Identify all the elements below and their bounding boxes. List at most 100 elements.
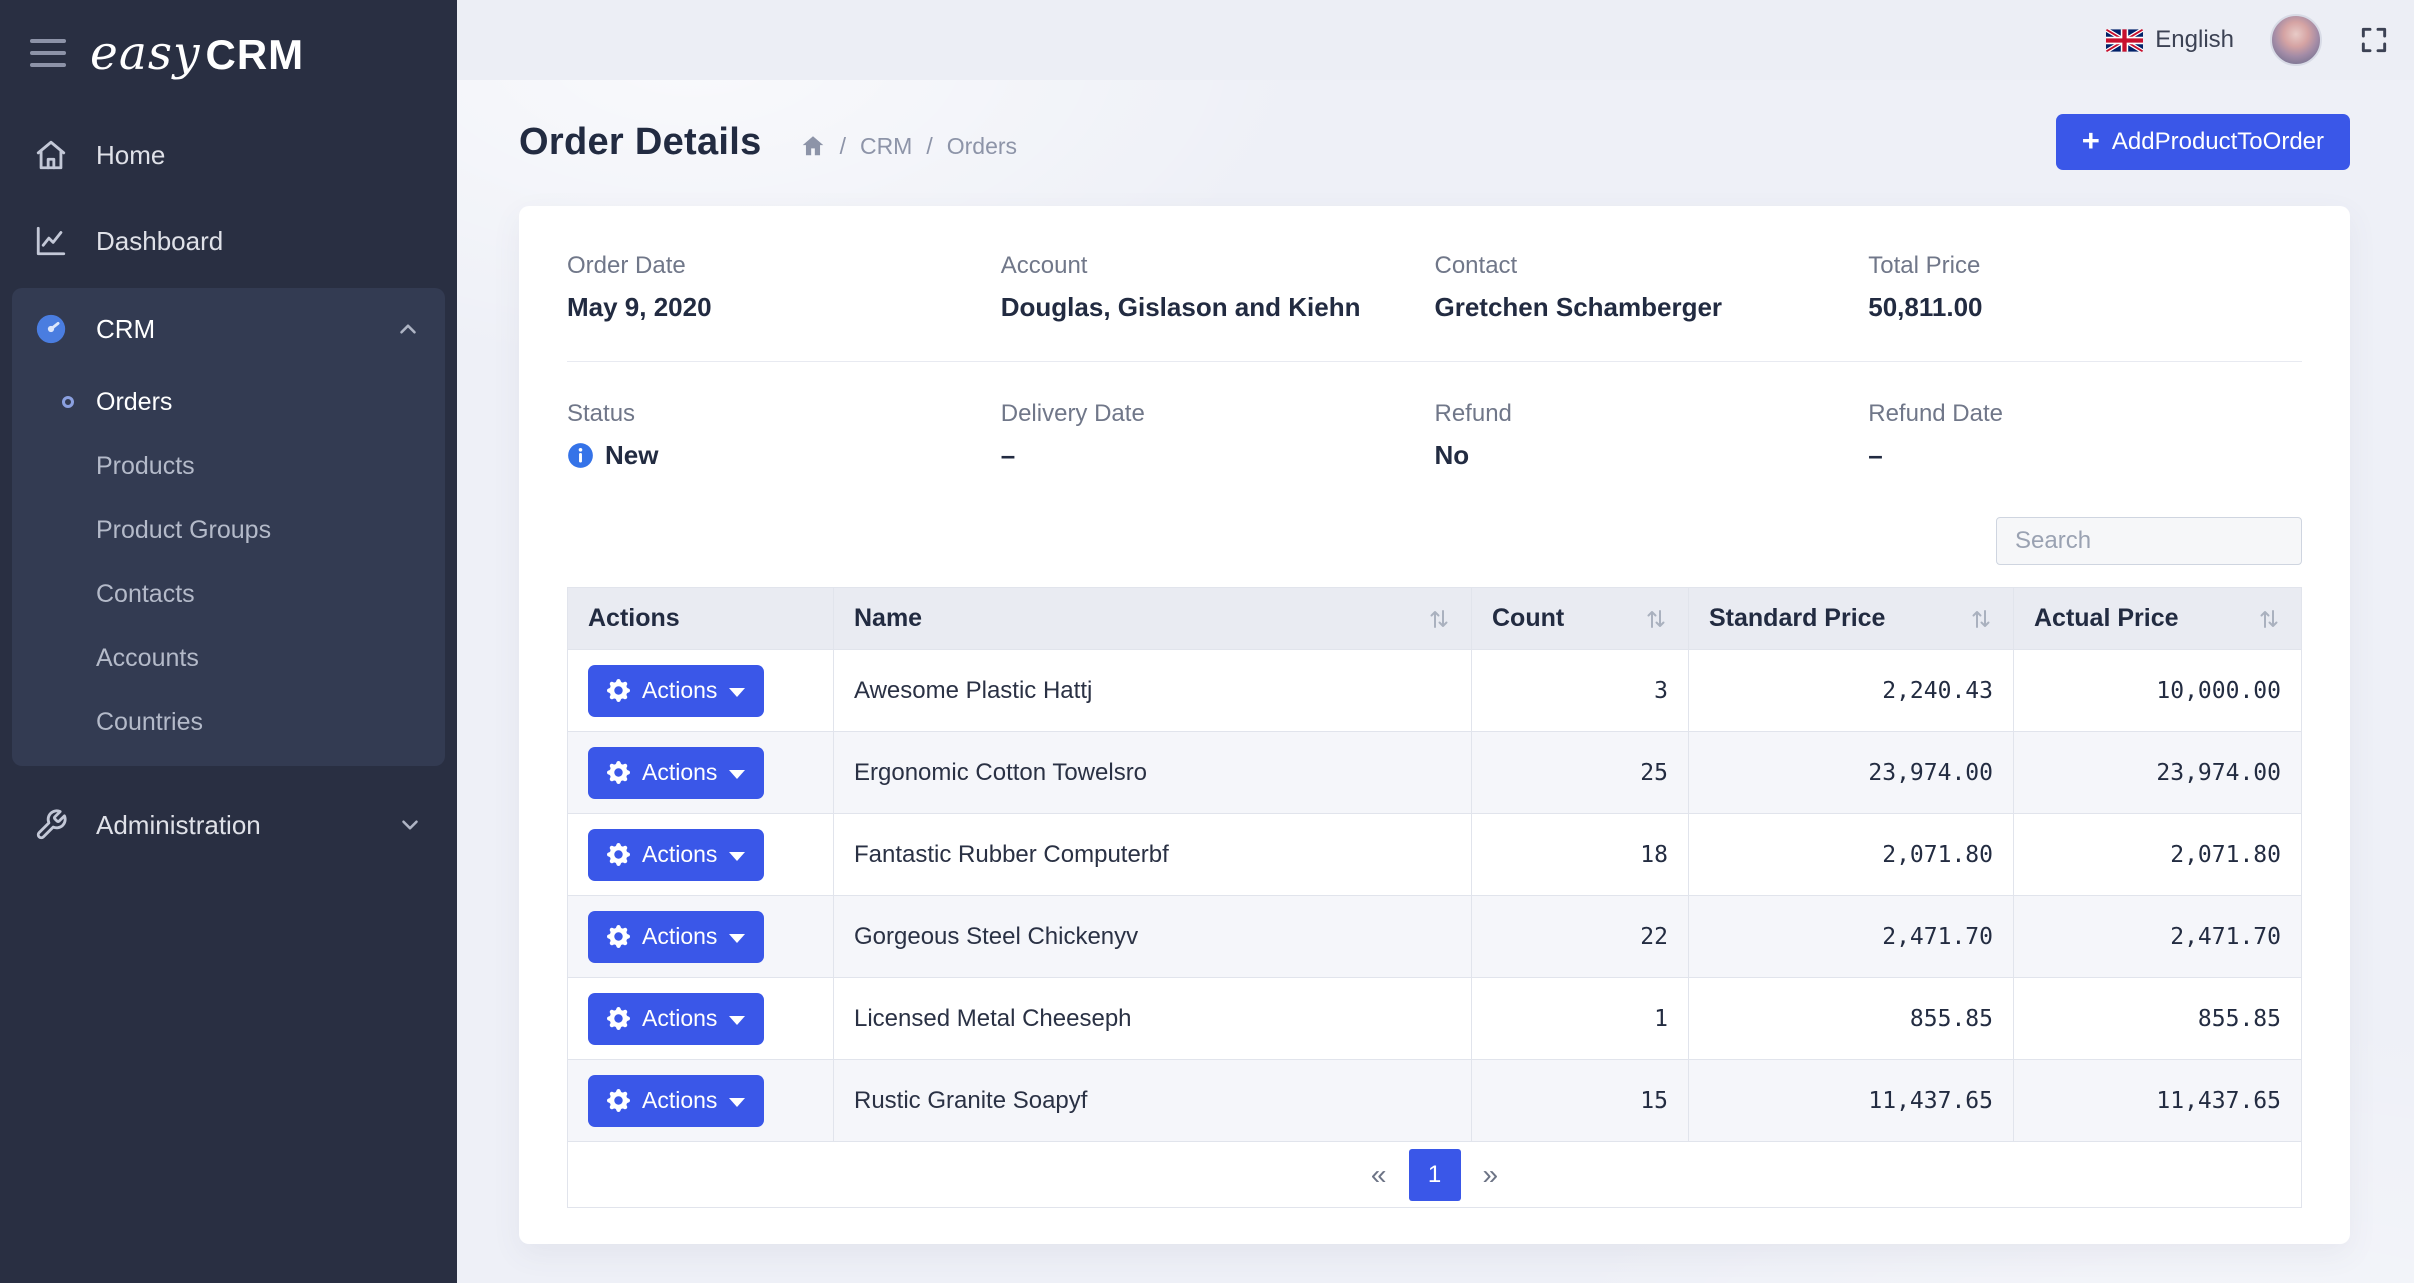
sidebar-item-home[interactable]: Home bbox=[0, 112, 457, 198]
field-delivery-date: Delivery Date – bbox=[1001, 400, 1435, 471]
standard-price-cell: 2,240.43 bbox=[1689, 650, 2014, 732]
field-value: Gretchen Schamberger bbox=[1435, 292, 1869, 323]
menu-toggle-icon[interactable] bbox=[30, 39, 66, 67]
row-actions-button[interactable]: Actions bbox=[588, 1075, 764, 1127]
sort-icon[interactable] bbox=[1969, 606, 1993, 632]
column-header-actions: Actions bbox=[568, 588, 834, 650]
sidebar-item-crm[interactable]: CRM bbox=[12, 288, 445, 370]
standard-price-cell: 2,071.80 bbox=[1689, 814, 2014, 896]
field-value: 50,811.00 bbox=[1868, 292, 2302, 323]
count-cell: 15 bbox=[1472, 1060, 1689, 1142]
row-actions-label: Actions bbox=[642, 759, 717, 786]
sidebar-item-label: Countries bbox=[96, 708, 203, 737]
wrench-icon bbox=[34, 808, 68, 842]
add-button-label: AddProductToOrder bbox=[2112, 128, 2324, 156]
app-logo[interactable]: easy CRM bbox=[90, 26, 304, 81]
count-cell: 22 bbox=[1472, 896, 1689, 978]
field-value: Douglas, Gislason and Kiehn bbox=[1001, 292, 1435, 323]
sidebar-item-label: CRM bbox=[96, 314, 155, 345]
field-label: Contact bbox=[1435, 252, 1869, 280]
sidebar-item-label: Contacts bbox=[96, 580, 195, 609]
sidebar-item-orders[interactable]: Orders bbox=[12, 370, 445, 434]
count-cell: 3 bbox=[1472, 650, 1689, 732]
row-actions-button[interactable]: Actions bbox=[588, 829, 764, 881]
field-refund-date: Refund Date – bbox=[1868, 400, 2302, 471]
table-row: Actions Rustic Granite Soapyf 15 11,437.… bbox=[568, 1060, 2302, 1142]
actions-cell: Actions bbox=[568, 896, 834, 978]
column-label: Actions bbox=[588, 604, 680, 633]
name-cell: Ergonomic Cotton Towelsro bbox=[834, 732, 1472, 814]
row-actions-label: Actions bbox=[642, 1005, 717, 1032]
caret-down-icon bbox=[729, 770, 745, 779]
sort-icon[interactable] bbox=[1644, 606, 1668, 632]
gear-icon bbox=[607, 761, 630, 784]
user-avatar[interactable] bbox=[2270, 14, 2322, 66]
row-actions-button[interactable]: Actions bbox=[588, 747, 764, 799]
field-status: Status New bbox=[567, 400, 1001, 471]
info-icon[interactable] bbox=[567, 442, 594, 469]
row-actions-button[interactable]: Actions bbox=[588, 665, 764, 717]
sidebar-item-contacts[interactable]: Contacts bbox=[12, 562, 445, 626]
column-header-standard-price[interactable]: Standard Price bbox=[1689, 588, 2014, 650]
row-actions-button[interactable]: Actions bbox=[588, 911, 764, 963]
crm-submenu: Orders Products Product Groups Contacts … bbox=[12, 370, 445, 754]
sidebar-item-dashboard[interactable]: Dashboard bbox=[0, 198, 457, 284]
fullscreen-icon[interactable] bbox=[2358, 24, 2390, 56]
plus-icon: + bbox=[2082, 125, 2100, 156]
page-title: Order Details bbox=[519, 121, 762, 164]
active-bullet-icon bbox=[62, 396, 74, 408]
column-label: Name bbox=[854, 604, 922, 633]
language-selector[interactable]: English bbox=[2106, 26, 2234, 54]
search-input[interactable] bbox=[1996, 517, 2302, 565]
column-header-count[interactable]: Count bbox=[1472, 588, 1689, 650]
name-cell: Licensed Metal Cheeseph bbox=[834, 978, 1472, 1060]
add-product-to-order-button[interactable]: + AddProductToOrder bbox=[2056, 114, 2350, 170]
actions-cell: Actions bbox=[568, 978, 834, 1060]
sidebar-nav: Home Dashboard CRM bbox=[0, 106, 457, 868]
sidebar-item-countries[interactable]: Countries bbox=[12, 690, 445, 754]
sidebar-item-product-groups[interactable]: Product Groups bbox=[12, 498, 445, 562]
count-cell: 25 bbox=[1472, 732, 1689, 814]
sidebar-item-label: Products bbox=[96, 452, 195, 481]
sort-icon[interactable] bbox=[1427, 606, 1451, 632]
caret-down-icon bbox=[729, 1098, 745, 1107]
sort-icon[interactable] bbox=[2257, 606, 2281, 632]
actual-price-cell: 2,071.80 bbox=[2014, 814, 2302, 896]
field-total-price: Total Price 50,811.00 bbox=[1868, 252, 2302, 323]
column-header-name[interactable]: Name bbox=[834, 588, 1472, 650]
breadcrumb-home-icon[interactable] bbox=[800, 133, 826, 159]
field-label: Total Price bbox=[1868, 252, 2302, 280]
actual-price-cell: 10,000.00 bbox=[2014, 650, 2302, 732]
field-value: May 9, 2020 bbox=[567, 292, 1001, 323]
pagination-page-1[interactable]: 1 bbox=[1409, 1149, 1461, 1201]
standard-price-cell: 23,974.00 bbox=[1689, 732, 2014, 814]
row-actions-label: Actions bbox=[642, 677, 717, 704]
sidebar-item-products[interactable]: Products bbox=[12, 434, 445, 498]
sidebar-item-label: Home bbox=[96, 140, 165, 171]
sidebar-item-label: Orders bbox=[96, 388, 172, 417]
pagination-next[interactable]: » bbox=[1483, 1159, 1499, 1191]
pagination-prev[interactable]: « bbox=[1371, 1159, 1387, 1191]
breadcrumb-crm[interactable]: CRM bbox=[860, 133, 912, 160]
field-value: New bbox=[567, 440, 1001, 471]
gear-icon bbox=[607, 843, 630, 866]
caret-down-icon bbox=[729, 852, 745, 861]
actions-cell: Actions bbox=[568, 732, 834, 814]
card-divider bbox=[567, 361, 2302, 362]
sidebar-item-administration[interactable]: Administration bbox=[0, 782, 457, 868]
field-order-date: Order Date May 9, 2020 bbox=[567, 252, 1001, 323]
table-row: Actions Fantastic Rubber Computerbf 18 2… bbox=[568, 814, 2302, 896]
table-row: Actions Ergonomic Cotton Towelsro 25 23,… bbox=[568, 732, 2302, 814]
row-actions-button[interactable]: Actions bbox=[588, 993, 764, 1045]
actions-cell: Actions bbox=[568, 650, 834, 732]
breadcrumb-orders[interactable]: Orders bbox=[947, 133, 1017, 160]
sidebar: easy CRM Home Dashboard bbox=[0, 0, 457, 1283]
sidebar-group-crm: CRM Orders Products Product Groups bbox=[12, 288, 445, 766]
uk-flag-icon bbox=[2106, 29, 2143, 52]
sidebar-item-accounts[interactable]: Accounts bbox=[12, 626, 445, 690]
column-header-actual-price[interactable]: Actual Price bbox=[2014, 588, 2302, 650]
sidebar-header: easy CRM bbox=[0, 0, 457, 106]
field-account: Account Douglas, Gislason and Kiehn bbox=[1001, 252, 1435, 323]
table-row: Actions Awesome Plastic Hattj 3 2,240.43… bbox=[568, 650, 2302, 732]
row-actions-label: Actions bbox=[642, 841, 717, 868]
